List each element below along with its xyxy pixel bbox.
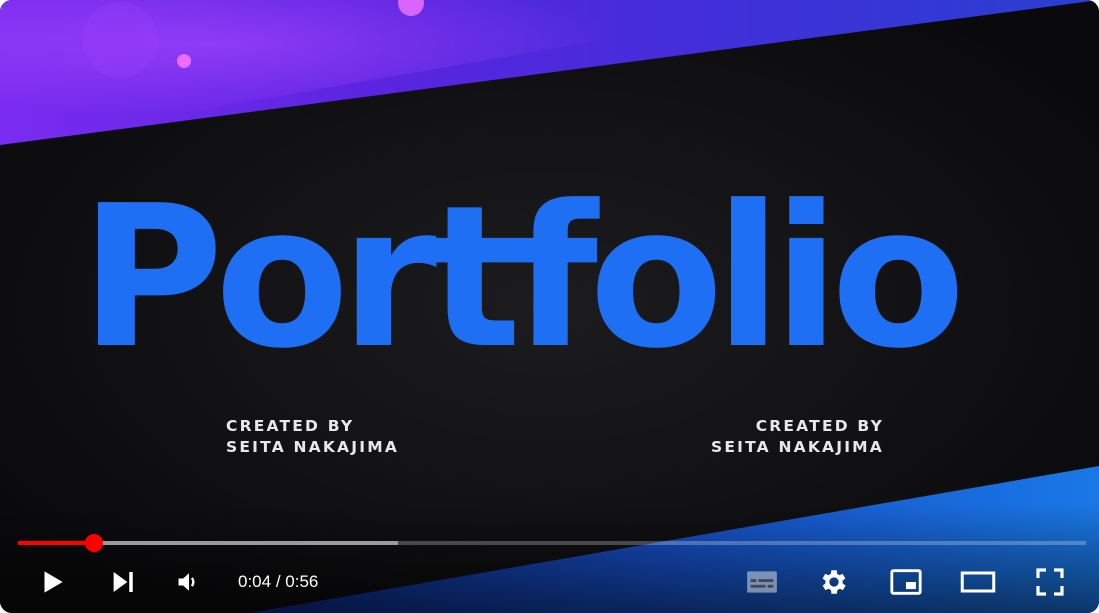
credit-left-line1: CREATED BY — [226, 417, 355, 435]
miniplayer-icon — [890, 569, 922, 595]
mute-button[interactable] — [165, 558, 213, 606]
current-time: 0:04 — [238, 572, 272, 591]
play-icon — [44, 571, 63, 593]
subtitles-button[interactable] — [738, 558, 786, 606]
time-display: 0:04 / 0:56 — [238, 571, 318, 593]
credit-right: CREATED BY SEITA NAKAJIMA — [600, 416, 884, 458]
settings-gear-icon — [822, 570, 846, 594]
play-button[interactable] — [28, 558, 76, 606]
progress-scrubber-handle[interactable] — [85, 534, 104, 552]
theater-mode-icon — [960, 571, 996, 593]
progress-bar[interactable] — [18, 534, 1086, 552]
duration: 0:56 — [285, 572, 319, 591]
theater-mode-button[interactable] — [954, 558, 1002, 606]
progress-played — [18, 541, 95, 545]
time-separator: / — [271, 572, 286, 591]
credit-left: CREATED BY SEITA NAKAJIMA — [226, 416, 399, 458]
bokeh-glow — [82, 2, 158, 78]
next-icon — [113, 572, 133, 592]
next-button[interactable] — [99, 558, 147, 606]
fullscreen-icon — [1036, 568, 1064, 596]
video-title-text: Portfolio — [80, 164, 966, 392]
credit-right-line2: SEITA NAKAJIMA — [710, 438, 884, 456]
player-controls: 0:04 / 0:56 — [0, 558, 1099, 606]
bokeh-dot — [177, 54, 191, 68]
volume-icon — [178, 573, 195, 591]
video-player[interactable]: Portfolio CREATED BY SEITA NAKAJIMA CREA… — [0, 0, 1099, 613]
credit-left-line2: SEITA NAKAJIMA — [226, 438, 400, 456]
miniplayer-button[interactable] — [882, 558, 930, 606]
subtitles-icon — [747, 571, 777, 593]
fullscreen-button[interactable] — [1026, 558, 1074, 606]
settings-button[interactable] — [810, 558, 858, 606]
credit-right-line1: CREATED BY — [755, 417, 884, 435]
